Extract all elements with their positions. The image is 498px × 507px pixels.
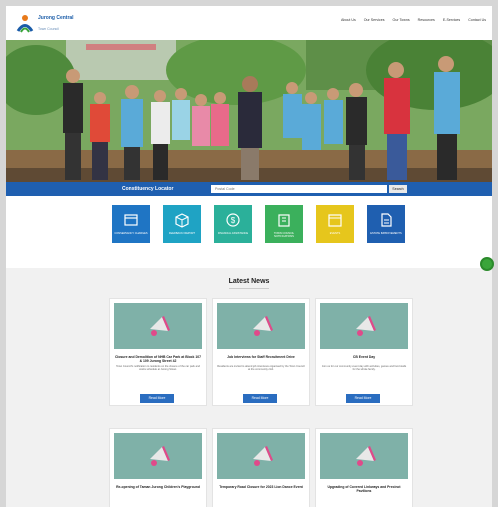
news-thumbnail — [320, 303, 408, 349]
nav-item[interactable]: Our Towns — [393, 18, 410, 22]
news-card[interactable]: Job Interviews for Staff Recruitment Dri… — [212, 298, 310, 406]
news-headline[interactable]: Closure and Demolition of NHB Car Park a… — [114, 355, 202, 363]
site-logo[interactable]: Jurong Central Town Council — [14, 10, 84, 36]
tile-feedback[interactable]: Feedback/ Report — [163, 205, 201, 243]
news-headline[interactable]: Upgrading of Covered Linkways and Precin… — [320, 485, 408, 493]
logo-title: Jurong Central — [38, 15, 74, 21]
news-headline[interactable]: Job Interviews for Staff Recruitment Dri… — [217, 355, 305, 359]
hero-photo — [6, 40, 492, 182]
dollar-icon: $ — [226, 213, 240, 227]
tile-estate-improvements[interactable]: Estate Improvements — [367, 205, 405, 243]
card-icon — [124, 214, 138, 226]
megaphone-icon — [253, 316, 273, 336]
tile-label: Events — [329, 232, 341, 235]
news-card[interactable]: Re-opening of Taman Jurong Children's Pl… — [109, 428, 207, 507]
news-card[interactable]: CB Event Day Join us for our community e… — [315, 298, 413, 406]
tile-label: Estate Improvements — [370, 232, 402, 235]
news-headline[interactable]: CB Event Day — [320, 355, 408, 359]
service-tiles: Conservancy Charges Feedback/ Report $ F… — [6, 205, 492, 245]
news-thumbnail — [217, 303, 305, 349]
logo-subtitle: Town Council — [38, 27, 59, 31]
megaphone-icon — [356, 316, 376, 336]
tile-conservancy-charges[interactable]: Conservancy Charges — [112, 205, 150, 243]
locator-label: Constituency Locator — [122, 186, 174, 192]
news-excerpt: Join us for our community event day with… — [321, 365, 407, 372]
constituency-locator-bar: Constituency Locator Search — [6, 182, 492, 196]
tile-notifications[interactable]: Town Council Notifications — [265, 205, 303, 243]
tile-label: Financial Assistance — [217, 232, 249, 235]
megaphone-icon — [356, 446, 376, 466]
news-excerpt: Town Council's notification to residents… — [116, 365, 200, 372]
nav-item[interactable]: Contact Us — [468, 18, 486, 22]
news-card[interactable]: Upgrading of Covered Linkways and Precin… — [315, 428, 413, 507]
postal-code-input[interactable] — [211, 185, 387, 193]
document-icon — [381, 213, 392, 227]
site-header: Jurong Central Town Council About Us Our… — [6, 6, 492, 40]
tile-events[interactable]: Events — [316, 205, 354, 243]
tile-label: Feedback/ Report — [168, 232, 196, 235]
chat-widget-icon[interactable] — [480, 257, 494, 271]
divider — [229, 288, 269, 289]
nav-item[interactable]: Our Services — [364, 18, 385, 22]
latest-news-section: Latest News Closure and Demolition of NH… — [6, 268, 492, 507]
tile-label: Town Council Notifications — [273, 232, 295, 238]
calendar-icon — [328, 214, 342, 227]
read-more-button[interactable]: Read More — [346, 394, 380, 403]
nav-item[interactable]: About Us — [341, 18, 356, 22]
main-nav: About Us Our Services Our Towns Resource… — [341, 18, 486, 22]
news-headline[interactable]: Temporary Road Closure for 2023 Lion Dan… — [217, 485, 305, 489]
section-title: Latest News — [228, 278, 270, 285]
news-thumbnail — [114, 433, 202, 479]
news-card[interactable]: Closure and Demolition of NHB Car Park a… — [109, 298, 207, 406]
building-icon — [278, 214, 290, 227]
browser-viewport: Jurong Central Town Council About Us Our… — [6, 6, 492, 507]
nav-item[interactable]: Resources — [418, 18, 435, 22]
hero-banner — [6, 40, 492, 182]
logo-icon — [16, 15, 34, 33]
megaphone-icon — [150, 316, 170, 336]
search-button[interactable]: Search — [389, 185, 407, 193]
news-excerpt: Residents are invited to attend job inte… — [217, 365, 305, 372]
read-more-button[interactable]: Read More — [140, 394, 174, 403]
svg-text:$: $ — [231, 216, 236, 225]
megaphone-icon — [150, 446, 170, 466]
tile-financial-assistance[interactable]: $ Financial Assistance — [214, 205, 252, 243]
read-more-button[interactable]: Read More — [243, 394, 277, 403]
megaphone-icon — [253, 446, 273, 466]
news-thumbnail — [114, 303, 202, 349]
news-thumbnail — [217, 433, 305, 479]
news-headline[interactable]: Re-opening of Taman Jurong Children's Pl… — [114, 485, 202, 489]
news-card[interactable]: Temporary Road Closure for 2023 Lion Dan… — [212, 428, 310, 507]
tile-label: Conservancy Charges — [114, 232, 148, 235]
news-thumbnail — [320, 433, 408, 479]
nav-item[interactable]: E-Services — [443, 18, 460, 22]
box-icon — [175, 213, 189, 228]
